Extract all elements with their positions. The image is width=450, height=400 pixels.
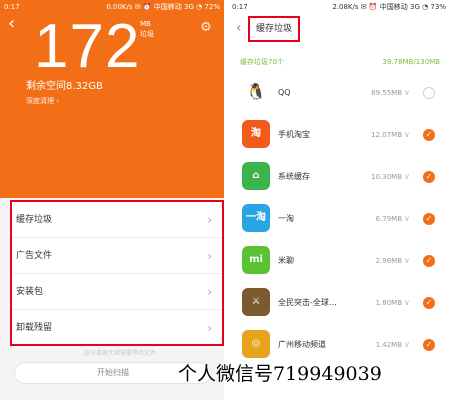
junk-size-unit: MB	[140, 20, 151, 28]
app-cache-size: 6.79MB	[375, 215, 402, 223]
list-item-uninstall-residue[interactable]: 卸载残留 ›	[12, 310, 222, 346]
chevron-right-icon: ›	[207, 213, 212, 227]
app-row[interactable]: ⌂ 系统缓存 10.30MB ∨ ✓	[228, 156, 450, 198]
app-cache-size: 2.96MB	[375, 257, 402, 265]
app-cache-size: 89.55MB	[371, 89, 402, 97]
list-item-ad-files[interactable]: 广告文件 ›	[12, 238, 222, 274]
app-row[interactable]: mi 米聊 2.96MB ∨ ✓	[228, 240, 450, 282]
cache-count: 缓存垃圾70个	[240, 58, 284, 66]
list-item-label: 卸载残留	[16, 323, 53, 333]
qq-icon: 🐧	[242, 78, 270, 106]
app-name: 一淘	[278, 214, 294, 223]
chevron-down-icon[interactable]: ∨	[404, 282, 410, 324]
select-checkbox[interactable]: ✓	[423, 339, 435, 351]
select-checkbox[interactable]: ✓	[423, 213, 435, 225]
list-item-install-packages[interactable]: 安装包 ›	[12, 274, 222, 310]
system-cache-icon: ⌂	[242, 162, 270, 190]
list-item-label: 安装包	[16, 287, 44, 297]
status-indicators: 2.08K/s ✉ ⏰ 中国移动 3G ◔ 73%	[332, 3, 446, 11]
deep-clean-link[interactable]: 深度清理 ›	[26, 96, 59, 106]
junk-category-list: 缓存垃圾 › 广告文件 › 安装包 › 卸载残留 ›	[10, 200, 224, 346]
select-checkbox[interactable]: ✓	[423, 171, 435, 183]
storage-header: 0:17 0.00K/s ✉ ⏰ 中国移动 3G ◔ 72% ‹ 172 MB …	[0, 0, 224, 198]
chevron-down-icon[interactable]: ∨	[404, 72, 410, 114]
chevron-right-icon: ›	[207, 249, 212, 263]
back-icon[interactable]: ‹	[236, 18, 242, 38]
cache-summary: 缓存垃圾70个 39.78MB/130MB	[240, 56, 440, 68]
remaining-space: 剩余空间8.32GB	[26, 81, 103, 92]
status-time: 0:17	[4, 3, 20, 11]
select-checkbox[interactable]: ✓	[423, 255, 435, 267]
game-icon: ⚔	[242, 288, 270, 316]
back-icon[interactable]: ‹	[8, 14, 15, 34]
select-checkbox[interactable]: ✓	[423, 297, 435, 309]
app-cache-size: 12.07MB	[371, 131, 402, 139]
cache-selected-size: 39.78MB/130MB	[382, 58, 440, 66]
chevron-down-icon[interactable]: ∨	[404, 114, 410, 156]
app-cache-size: 1.80MB	[375, 299, 402, 307]
junk-size-value: 172	[34, 12, 141, 81]
yitao-icon: 一淘	[242, 204, 270, 232]
left-screen: 0:17 0.00K/s ✉ ⏰ 中国移动 3G ◔ 72% ‹ 172 MB …	[0, 0, 224, 400]
miliao-icon: mi	[242, 246, 270, 274]
select-checkbox[interactable]: ✓	[423, 87, 435, 99]
chevron-down-icon[interactable]: ∨	[404, 240, 410, 282]
app-cache-size: 1.42MB	[375, 341, 402, 349]
chevron-right-icon: ›	[207, 285, 212, 299]
page-header: ‹ 缓存垃圾	[228, 14, 450, 44]
list-item-label: 缓存垃圾	[16, 215, 53, 225]
settings-icon[interactable]: ⚙	[198, 20, 214, 36]
app-cache-size: 10.30MB	[371, 173, 402, 181]
status-bar: 0:17 2.08K/s ✉ ⏰ 中国移动 3G ◔ 73%	[228, 0, 450, 14]
app-name: 米聊	[278, 256, 294, 265]
junk-size-label: 垃圾	[140, 30, 154, 38]
gz-mobile-icon: ◎	[242, 330, 270, 358]
right-screen: 0:17 2.08K/s ✉ ⏰ 中国移动 3G ◔ 73% ‹ 缓存垃圾 缓存…	[228, 0, 450, 400]
chevron-right-icon: ›	[207, 321, 212, 335]
status-time: 0:17	[232, 3, 248, 11]
app-name: 系统缓存	[278, 172, 310, 181]
app-row[interactable]: ⚔ 全民突击-全球… 1.80MB ∨ ✓	[228, 282, 450, 324]
app-name: 广州移动频道	[278, 340, 326, 349]
app-row[interactable]: 🐧 QQ 89.55MB∨ ✓	[228, 72, 450, 114]
select-checkbox[interactable]: ✓	[423, 129, 435, 141]
app-row[interactable]: 一淘 一淘 6.79MB ∨ ✓	[228, 198, 450, 240]
app-name: 手机淘宝	[278, 130, 310, 139]
chevron-down-icon[interactable]: ∨	[404, 198, 410, 240]
list-item-label: 广告文件	[16, 251, 53, 261]
list-item-cache-junk[interactable]: 缓存垃圾 ›	[12, 202, 222, 238]
app-row[interactable]: ◎ 广州移动频道 1.42MB ∨ ✓	[228, 324, 450, 366]
chevron-down-icon[interactable]: ∨	[404, 324, 410, 366]
taobao-icon: 淘	[242, 120, 270, 148]
app-name: QQ	[278, 88, 291, 97]
scan-hint: 部分清理大项需要等待文件	[83, 350, 156, 357]
app-row[interactable]: 淘手机淘宝 12.07MB ∨ ✓	[228, 114, 450, 156]
app-name: 全民突击-全球…	[278, 298, 337, 307]
page-title: 缓存垃圾	[248, 16, 300, 42]
chevron-down-icon[interactable]: ∨	[404, 156, 410, 198]
watermark-text: 个人微信号719949039	[178, 363, 382, 385]
